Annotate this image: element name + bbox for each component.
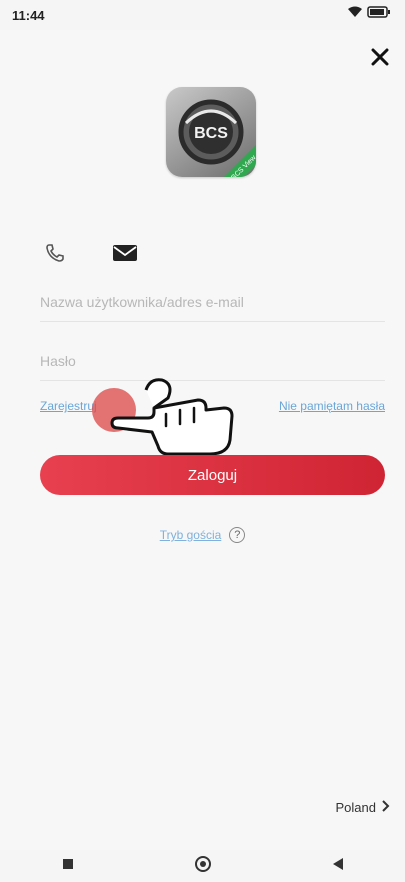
help-icon[interactable]: ?: [229, 527, 246, 543]
circle-icon: [194, 855, 212, 878]
region-selector[interactable]: Poland: [336, 800, 390, 815]
hand-pointer-icon: [110, 370, 240, 460]
back-triangle-icon: [332, 857, 344, 876]
battery-icon: [367, 6, 391, 21]
guest-mode-row: Tryb gościa ?: [0, 527, 405, 543]
status-time: 11:44: [12, 8, 45, 23]
login-button[interactable]: Zaloguj: [40, 455, 385, 495]
username-input[interactable]: [40, 282, 385, 322]
login-method-tabs: [40, 243, 140, 267]
status-icons: [347, 6, 391, 21]
chevron-right-icon: [382, 800, 390, 815]
close-button[interactable]: [367, 46, 393, 72]
home-button[interactable]: [188, 855, 218, 878]
mail-icon: [112, 244, 138, 267]
register-link[interactable]: Zarejestruj: [40, 399, 97, 413]
phone-icon: [45, 243, 65, 268]
forgot-password-link[interactable]: Nie pamiętam hasła: [279, 399, 385, 413]
back-button[interactable]: [323, 856, 353, 876]
tab-phone[interactable]: [40, 243, 70, 267]
close-icon: [371, 48, 389, 71]
recent-apps-button[interactable]: [53, 856, 83, 876]
wifi-icon: [347, 6, 363, 21]
status-bar: 11:44: [0, 0, 405, 30]
tab-email[interactable]: [110, 243, 140, 267]
region-label: Poland: [335, 800, 376, 815]
system-nav-bar: [0, 850, 405, 882]
square-icon: [62, 857, 74, 875]
app-logo: BCS BCS View: [166, 87, 256, 177]
logo-text: BCS: [194, 125, 228, 142]
guest-mode-link[interactable]: Tryb gościa: [160, 528, 222, 542]
login-screen: BCS BCS View Zarejestruj Nie pamiętam ha…: [0, 30, 405, 850]
